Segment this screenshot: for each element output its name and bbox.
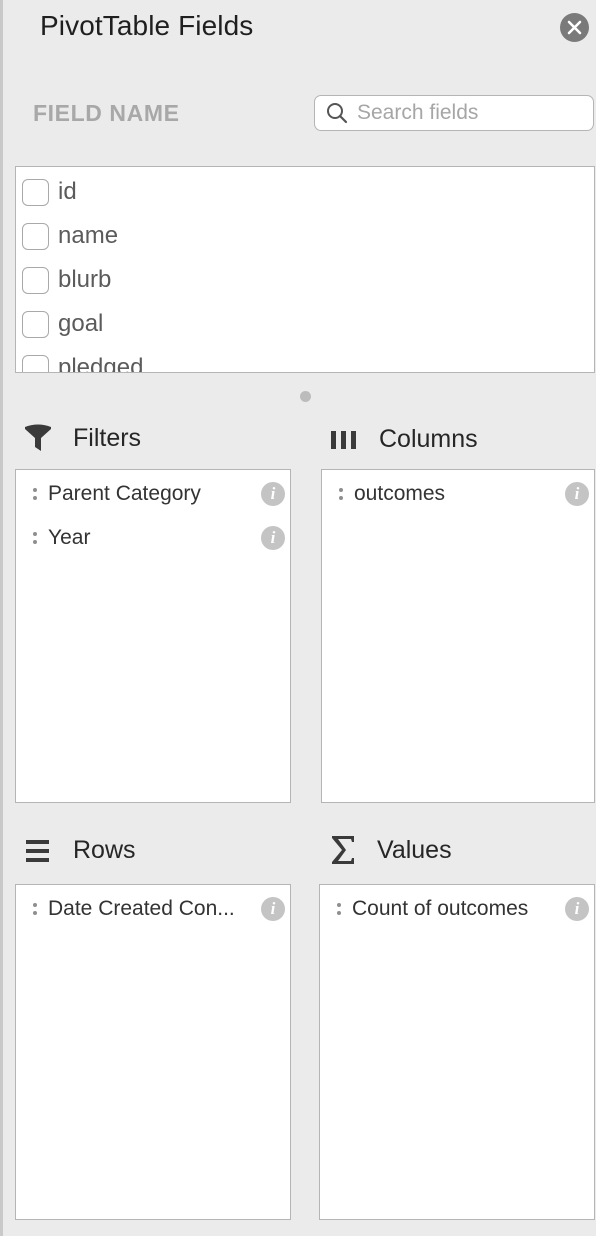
splitter-handle[interactable] [300, 391, 311, 402]
rows-label: Rows [73, 836, 136, 864]
field-label: name [58, 222, 119, 249]
filter-item-year[interactable]: Year [30, 523, 90, 553]
field-item-pledged[interactable]: pledged [22, 353, 144, 373]
field-item-blurb[interactable]: blurb [22, 265, 111, 295]
field-checkbox[interactable] [22, 354, 49, 372]
filters-drop-area[interactable]: Parent Category i Year i [15, 469, 291, 803]
field-list[interactable]: id name blurb goal pledged [15, 166, 595, 373]
field-label: goal [58, 310, 104, 337]
area-item-label: outcomes [354, 482, 446, 505]
filter-item-parent-category[interactable]: Parent Category [30, 479, 201, 509]
field-checkbox[interactable] [22, 178, 49, 206]
columns-label: Columns [379, 425, 478, 453]
row-item-date-created[interactable]: Date Created Con... [30, 894, 235, 924]
area-item-label: Year [48, 526, 91, 549]
columns-header: Columns [330, 425, 478, 454]
drag-handle-icon[interactable] [30, 899, 40, 919]
info-icon[interactable]: i [565, 897, 589, 921]
field-item-goal[interactable]: goal [22, 309, 103, 339]
values-label: Values [377, 835, 452, 864]
filters-label: Filters [73, 423, 142, 452]
field-name-label: FIELD NAME [33, 100, 180, 126]
info-icon[interactable]: i [565, 482, 589, 506]
area-item-label: Count of outcomes [352, 897, 529, 920]
field-checkbox[interactable] [22, 310, 49, 338]
field-checkbox[interactable] [22, 266, 49, 294]
area-item-label: Date Created Con... [48, 897, 235, 920]
field-label: id [58, 178, 77, 205]
area-item-label: Parent Category [48, 482, 201, 505]
panel-title: PivotTable Fields [40, 10, 254, 41]
close-icon[interactable] [560, 13, 589, 42]
value-item-count-of-outcomes[interactable]: Count of outcomes [334, 894, 528, 924]
field-label: pledged [58, 354, 144, 373]
field-item-id[interactable]: id [22, 177, 77, 207]
info-icon[interactable]: i [261, 482, 285, 506]
info-icon[interactable]: i [261, 897, 285, 921]
sigma-icon [332, 836, 354, 864]
drag-handle-icon[interactable] [30, 528, 40, 548]
values-drop-area[interactable]: Count of outcomes i [319, 884, 595, 1220]
column-item-outcomes[interactable]: outcomes [336, 479, 445, 509]
filters-header: Filters [23, 423, 141, 453]
drag-handle-icon[interactable] [30, 484, 40, 504]
search-fields-input[interactable] [357, 101, 577, 125]
field-checkbox[interactable] [22, 222, 49, 250]
rows-header: Rows [25, 836, 136, 865]
columns-icon [331, 430, 356, 449]
values-header: Values [330, 834, 452, 866]
columns-drop-area[interactable]: outcomes i [321, 469, 595, 803]
rows-icon [26, 839, 49, 862]
drag-handle-icon[interactable] [334, 899, 344, 919]
field-label: blurb [58, 266, 112, 293]
search-icon [327, 103, 348, 124]
info-icon[interactable]: i [261, 526, 285, 550]
search-fields-box[interactable] [314, 95, 594, 131]
pivottable-fields-panel: PivotTable Fields FIELD NAME id name blu… [0, 0, 596, 1236]
field-item-name[interactable]: name [22, 221, 118, 251]
funnel-icon [25, 424, 51, 451]
drag-handle-icon[interactable] [336, 484, 346, 504]
rows-drop-area[interactable]: Date Created Con... i [15, 884, 291, 1220]
